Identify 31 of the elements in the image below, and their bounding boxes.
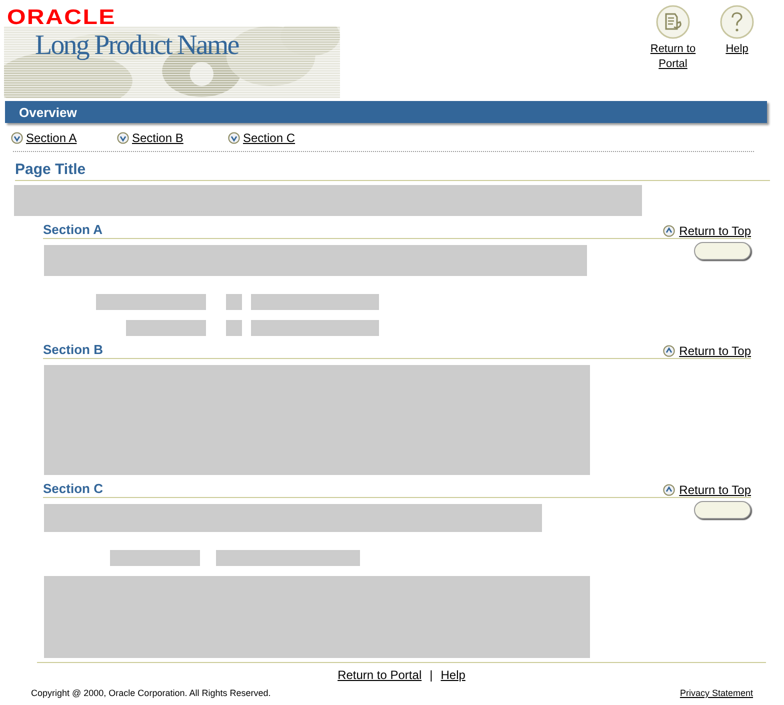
chevron-up-icon[interactable]	[663, 225, 676, 237]
tab-label: Overview	[19, 104, 77, 120]
chevron-down-icon[interactable]	[228, 132, 240, 144]
chevron-up-icon[interactable]	[663, 345, 676, 357]
return-to-top-link[interactable]: Return to Top	[679, 224, 751, 238]
help-icon[interactable]	[720, 5, 754, 39]
chevron-up-icon[interactable]	[663, 484, 676, 496]
page-title: Page Title	[15, 161, 770, 181]
return-to-top-link[interactable]: Return to Top	[679, 344, 751, 358]
copyright-text: Copyright @ 2000, Oracle Corporation. All Rights Reserved.	[31, 688, 271, 698]
section-link[interactable]: Section B	[132, 131, 184, 145]
section-title: Section B	[43, 342, 103, 358]
footer-link[interactable]: Help	[440, 668, 466, 682]
oracle-logo: ORACLE	[7, 6, 116, 30]
action-button[interactable]	[694, 242, 751, 260]
return-to-top-link[interactable]: Return to Top	[679, 483, 751, 497]
placeholder-block	[226, 294, 242, 310]
privacy-link[interactable]: Privacy Statement	[680, 688, 753, 698]
action-button[interactable]	[694, 501, 751, 519]
global-link[interactable]: Help	[712, 42, 762, 57]
section-link[interactable]: Section A	[26, 131, 77, 145]
separator: |	[430, 668, 433, 682]
product-name: Long Product Name	[35, 30, 238, 62]
placeholder-block	[226, 320, 242, 336]
chevron-down-icon[interactable]	[117, 132, 129, 144]
global-link[interactable]: Return to Portal	[648, 42, 698, 72]
section-link[interactable]: Section C	[243, 131, 296, 145]
chevron-down-icon[interactable]	[11, 132, 23, 144]
section-title: Section A	[43, 222, 102, 238]
footer-link[interactable]: Return to Portal	[338, 668, 422, 682]
section-title: Section C	[43, 481, 103, 497]
